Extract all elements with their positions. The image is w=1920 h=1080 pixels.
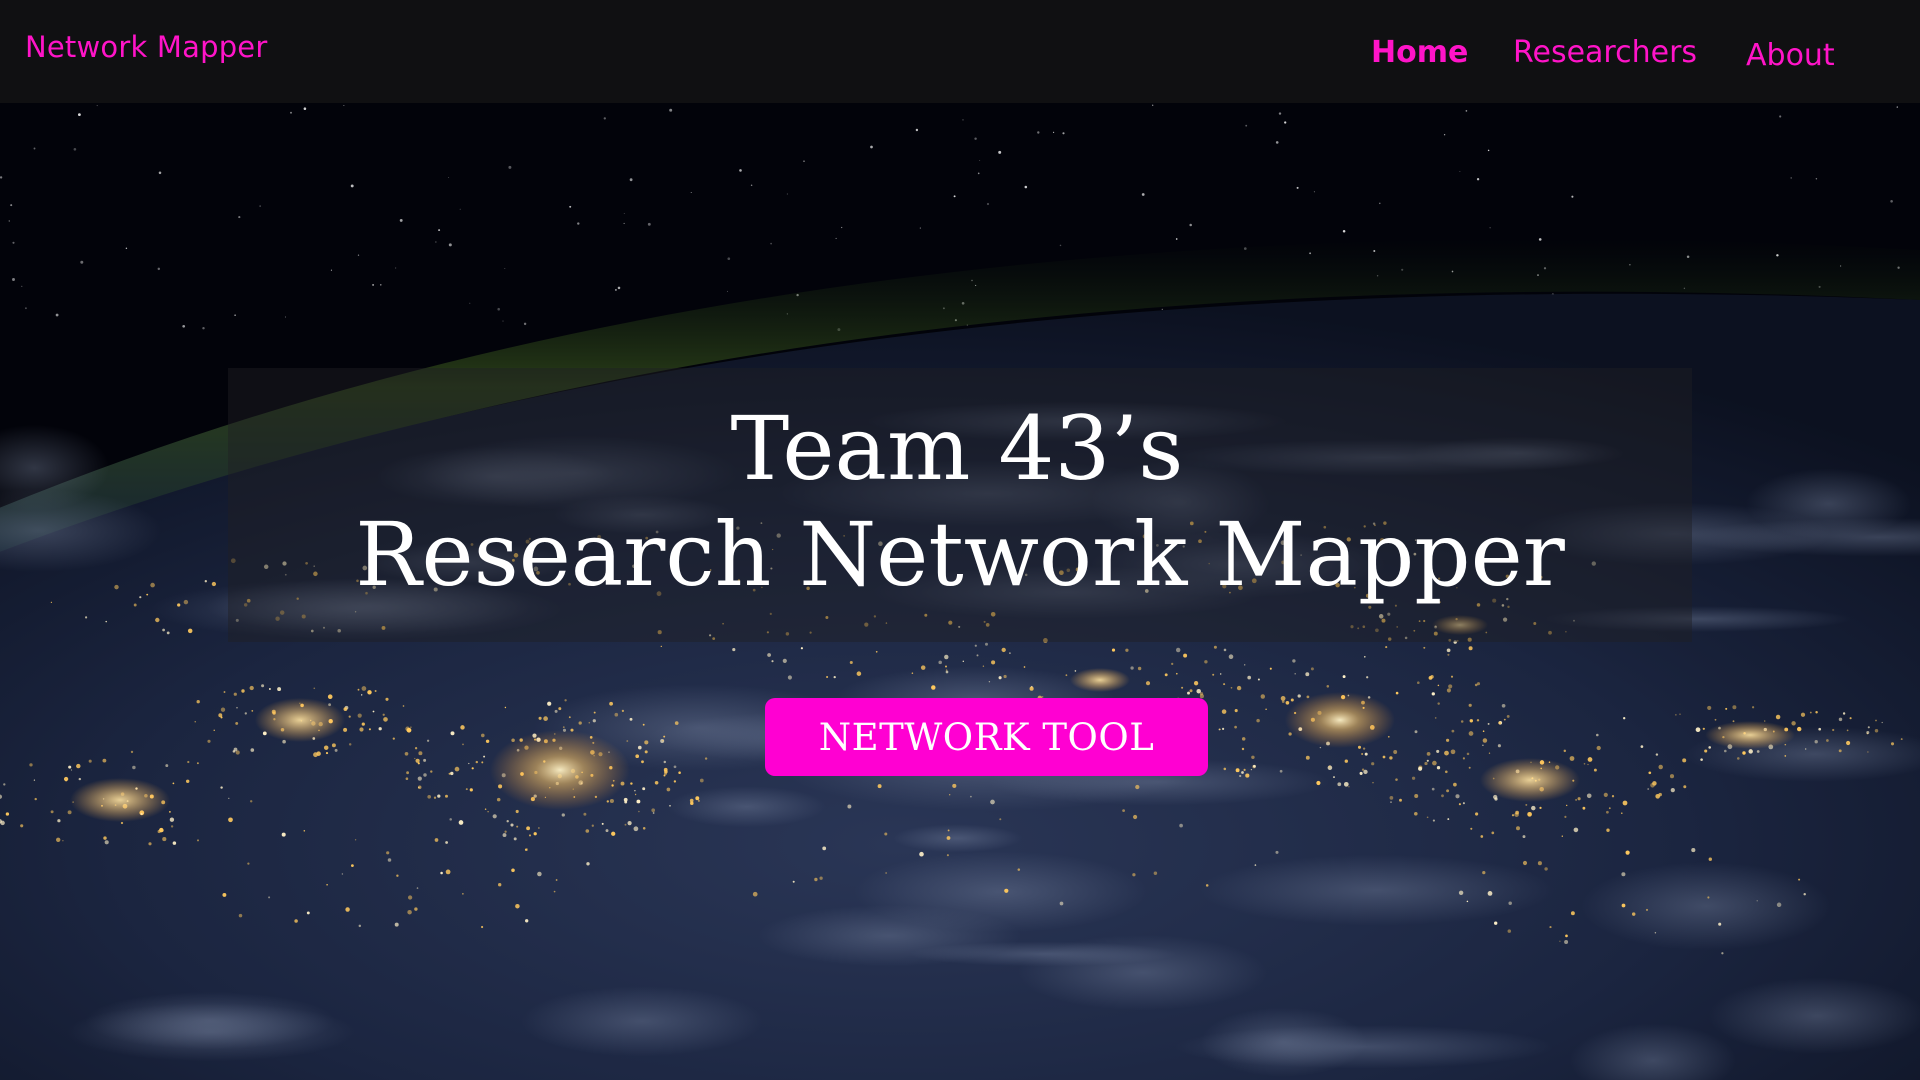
landing-page: Network Mapper Home Researchers About Te…: [0, 0, 1920, 1080]
network-tool-button[interactable]: NETWORK TOOL: [765, 698, 1208, 776]
hero-title: Team 43’s Research Network Mapper: [228, 396, 1692, 608]
hero-title-line-2: Research Network Mapper: [355, 503, 1565, 606]
hero-title-line-1: Team 43’s: [730, 397, 1184, 500]
nav-link-researchers[interactable]: Researchers: [1513, 35, 1697, 70]
nav-link-home[interactable]: Home: [1371, 35, 1468, 70]
brand-link[interactable]: Network Mapper: [25, 30, 267, 64]
top-navbar: Network Mapper Home Researchers About: [0, 0, 1920, 103]
nav-link-about[interactable]: About: [1746, 38, 1835, 73]
